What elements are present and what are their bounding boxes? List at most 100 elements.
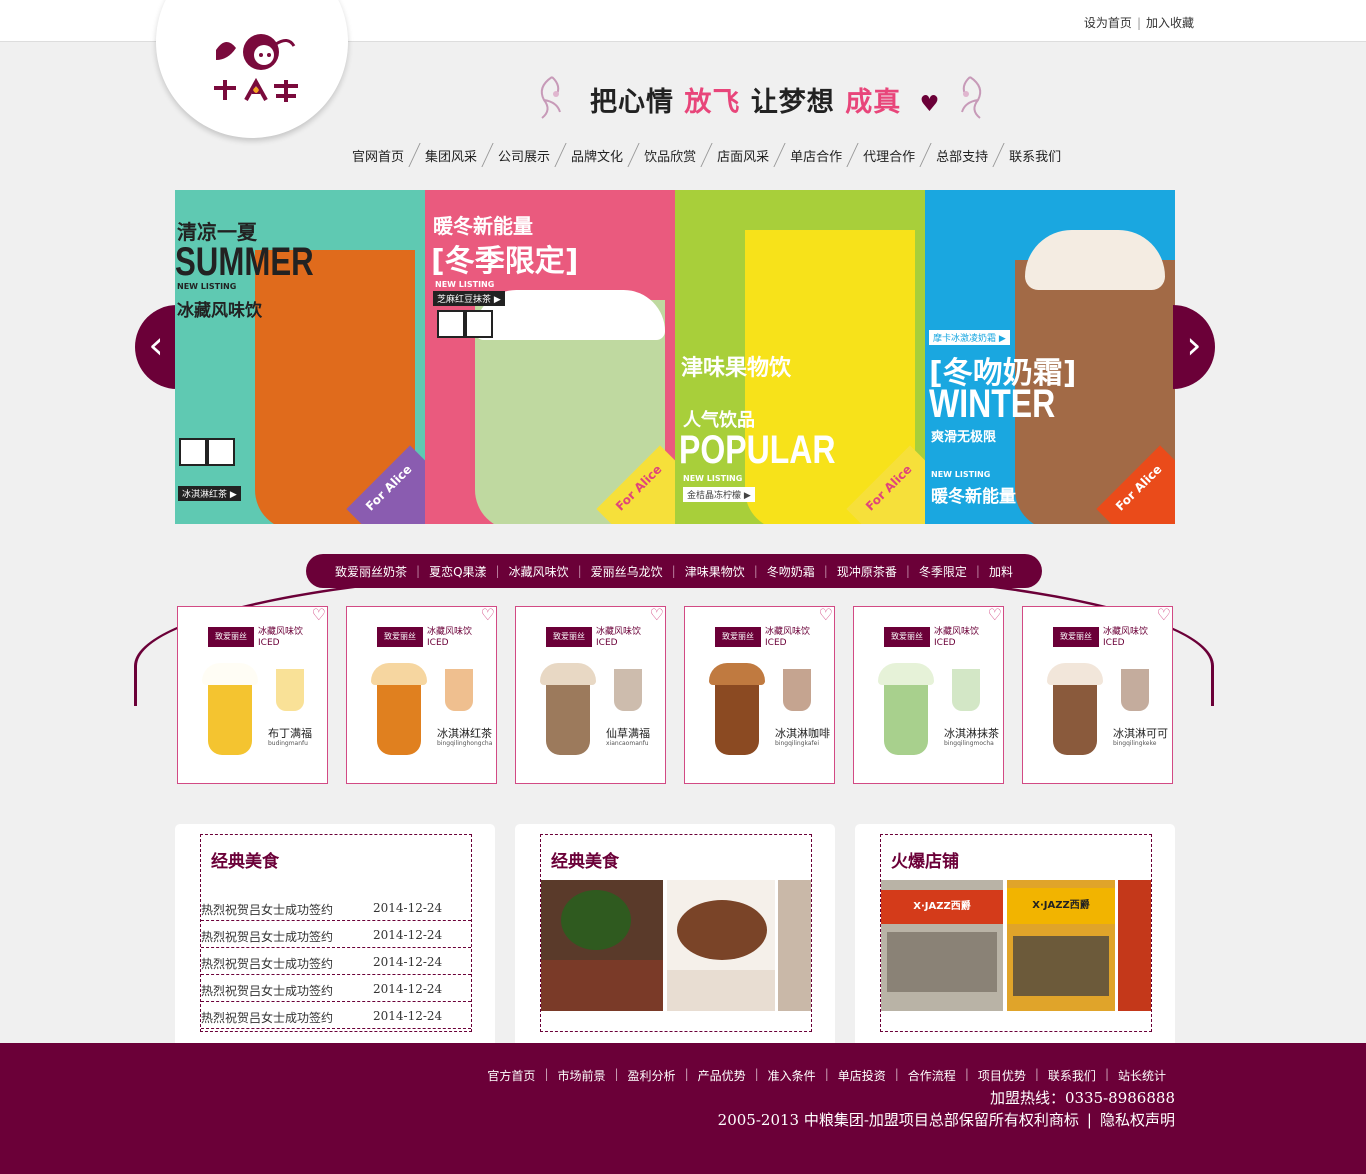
set-home-link[interactable]: 设为首页 — [1084, 16, 1132, 30]
product-pinyin: bingqilingkeke — [1113, 740, 1157, 747]
banner-text: 爽滑无极限 — [931, 430, 997, 445]
banner-text: 津味果物饮 — [681, 356, 792, 381]
nav-item-label: 联系我们 — [1009, 149, 1062, 165]
nav-item[interactable]: 集团风采 — [425, 143, 498, 167]
footer-link[interactable]: 准入条件 — [768, 1067, 816, 1084]
nav-item[interactable]: 联系我们 — [1009, 143, 1061, 167]
product-pinyin: xiancaomanfu — [606, 740, 649, 747]
news-box: 经典美食 热烈祝贺吕女士成功签约 2014-12-24 热烈祝贺吕女士成功签约 201… — [175, 824, 495, 1049]
news-row[interactable]: 热烈祝贺吕女士成功签约 2014-12-24 — [201, 894, 471, 921]
drink-topping-image — [540, 663, 596, 685]
hotline: 加盟热线：0335-8986888 — [989, 1089, 1175, 1107]
food-photo[interactable] — [541, 880, 663, 1011]
product-card[interactable]: ♡ 致爱丽丝 冰藏风味饮 ICED 布丁满福 budingmanfu — [177, 606, 328, 784]
news-date: 2014-12-24 — [373, 928, 443, 942]
footer-link[interactable]: 市场前景 — [557, 1067, 605, 1084]
heart-icon: ♥ — [919, 92, 941, 117]
drink-topping-image — [709, 663, 765, 685]
banner-panel-winter-limited[interactable]: 暖冬新能量 [冬季限定] NEW LISTING 芝麻红豆抹茶 ▶ For Al… — [425, 190, 675, 524]
qr-code-icon — [179, 438, 207, 466]
category-item[interactable]: 夏恋Q果漾 — [420, 563, 495, 580]
banner-panel-popular[interactable]: 津味果物饮 人气饮品 POPULAR NEW LISTING 金桔晶冻柠檬 ▶ … — [675, 190, 925, 524]
footer-link[interactable]: 站长统计 — [1118, 1067, 1166, 1084]
category-item[interactable]: 冬吻奶霜 — [758, 563, 824, 580]
product-card[interactable]: ♡ 致爱丽丝 冰藏风味饮 ICED 冰淇淋可可 bingqilingkeke — [1022, 606, 1173, 784]
nav-item[interactable]: 代理合作 — [863, 143, 936, 167]
patty-image — [677, 900, 767, 960]
nav-item[interactable]: 总部支持 — [936, 143, 1009, 167]
news-row[interactable]: 热烈祝贺吕女士成功签约 2014-12-24 — [201, 975, 471, 1002]
footer-link[interactable]: 联系我们 — [1048, 1067, 1096, 1084]
nav-item[interactable]: 饮品欣赏 — [644, 143, 717, 167]
nav-item[interactable]: 店面风采 — [717, 143, 790, 167]
footer-link[interactable]: 产品优势 — [698, 1067, 746, 1084]
banner-panel-summer[interactable]: 清凉一夏 SUMMER NEW LISTING 冰藏风味饮 冰淇淋红茶 ▶ Fo… — [175, 190, 425, 524]
shop-box-frame: 火爆店铺 X·JAZZ西爵 X·JAZZ西爵 — [880, 834, 1152, 1032]
food-photo[interactable] — [778, 880, 811, 1011]
footer-link[interactable]: 项目优势 — [978, 1067, 1026, 1084]
copyright-line: 2005-2013 中粮集团-加盟项目总部保留所有权利商标 | 隐私权声明 — [718, 1109, 1175, 1130]
product-name: 布丁满福 — [268, 727, 312, 740]
logo[interactable] — [206, 30, 306, 110]
logo-circle — [156, 0, 348, 138]
product-pinyin: bingqilingmocha — [944, 740, 994, 747]
banner-text: NEW LISTING — [931, 470, 991, 479]
nav-item[interactable]: 品牌文化 — [571, 143, 644, 167]
banner-panel-winter[interactable]: 摩卡冰激凌奶霜 ▶ [冬吻奶霜] WINTER 爽滑无极限 NEW LISTIN… — [925, 190, 1175, 524]
nav-item-label: 店面风采 — [717, 149, 770, 165]
nav-separator — [481, 143, 494, 167]
food-photo[interactable] — [667, 880, 775, 1011]
shop-photo[interactable] — [1118, 880, 1151, 1011]
news-title: 热烈祝贺吕女士成功签约 — [201, 903, 334, 917]
drink-shadow-image — [783, 669, 811, 711]
footer-link[interactable]: 官方首页 — [487, 1067, 535, 1084]
banner-text: NEW LISTING — [177, 282, 237, 291]
heart-icon: ♡ — [818, 606, 833, 624]
product-name: 冰淇淋红茶 — [437, 727, 492, 740]
news-row[interactable]: 热烈祝贺吕女士成功签约 2014-12-24 — [201, 921, 471, 948]
category-item[interactable]: 冰藏风味饮 — [500, 563, 578, 580]
product-card[interactable]: ♡ 致爱丽丝 冰藏风味饮 ICED 冰淇淋红茶 bingqilinghongcha — [346, 606, 497, 784]
product-card[interactable]: ♡ 致爱丽丝 冰藏风味饮 ICED 冰淇淋抹茶 bingqilingmocha — [853, 606, 1004, 784]
news-row[interactable]: 热烈祝贺吕女士成功签约 2014-12-24 — [201, 948, 471, 975]
privacy-link[interactable]: 隐私权声明 — [1100, 1111, 1175, 1129]
footer-link[interactable]: 盈利分析 — [628, 1067, 676, 1084]
drink-image — [377, 673, 421, 755]
shop-photo[interactable]: X·JAZZ西爵 — [1007, 880, 1115, 1011]
product-iced-label: ICED — [427, 638, 449, 648]
category-item[interactable]: 冬季限定 — [910, 563, 976, 580]
add-favorite-link[interactable]: 加入收藏 — [1146, 16, 1194, 30]
banner-next-button[interactable]: › — [1173, 305, 1215, 389]
nav-item[interactable]: 单店合作 — [790, 143, 863, 167]
banner-prev-button[interactable]: ‹ — [135, 305, 177, 389]
product-card[interactable]: ♡ 致爱丽丝 冰藏风味饮 ICED 冰淇淋咖啡 bingqilingkafei — [684, 606, 835, 784]
drink-shadow-image — [1121, 669, 1149, 711]
slogan-part2: 放飞 — [684, 87, 741, 118]
category-item[interactable]: 加料 — [980, 563, 1022, 580]
footer-link[interactable]: 单店投资 — [838, 1067, 886, 1084]
banner-text: WINTER — [929, 382, 1056, 426]
nav-item[interactable]: 官网首页 — [352, 143, 425, 167]
product-card[interactable]: ♡ 致爱丽丝 冰藏风味饮 ICED 仙草满福 xiancaomanfu — [515, 606, 666, 784]
product-series-name: 冰藏风味饮 — [596, 627, 642, 637]
category-item[interactable]: 爱丽丝乌龙饮 — [582, 563, 672, 580]
category-item[interactable]: 津味果物饮 — [676, 563, 754, 580]
product-pinyin: budingmanfu — [268, 740, 308, 747]
footer-link[interactable]: 合作流程 — [908, 1067, 956, 1084]
footer-separator: | — [894, 1067, 899, 1081]
product-iced-label: ICED — [258, 638, 280, 648]
banner-text: 暖冬新能量 — [433, 214, 533, 238]
product-pinyin: bingqilingkafei — [775, 740, 820, 747]
category-item[interactable]: 现冲原茶番 — [828, 563, 906, 580]
product-brand: 致爱丽丝 — [884, 627, 930, 647]
heart-icon: ♡ — [1156, 606, 1171, 624]
nav-separator — [408, 143, 421, 167]
nav-item[interactable]: 公司展示 — [498, 143, 571, 167]
shop-photo[interactable]: X·JAZZ西爵 — [881, 880, 1003, 1011]
footer-separator: | — [544, 1067, 549, 1081]
category-item[interactable]: 致爱丽丝奶茶 — [326, 563, 416, 580]
product-series: 冰藏风味饮 ICED — [765, 627, 810, 649]
news-title: 热烈祝贺吕女士成功签约 — [201, 957, 334, 971]
news-row[interactable]: 热烈祝贺吕女士成功签约 2014-12-24 — [201, 1002, 471, 1029]
copyright: 2005-2013 中粮集团-加盟项目总部保留所有权利商标 — [717, 1111, 1079, 1129]
